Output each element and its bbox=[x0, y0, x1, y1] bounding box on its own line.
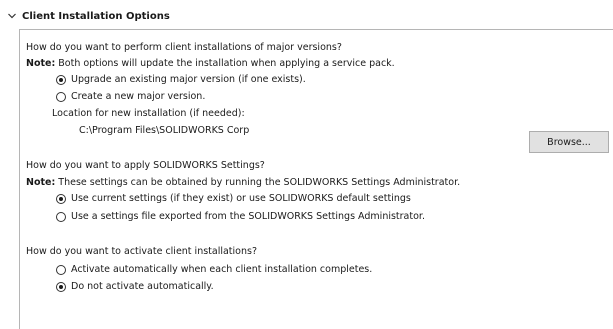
radio-upgrade-existing-major-version[interactable]: Upgrade an existing major version (if on… bbox=[56, 73, 306, 86]
settings-question: How do you want to apply SOLIDWORKS Sett… bbox=[26, 160, 265, 171]
note-label: Note: bbox=[26, 177, 56, 188]
radio-button-selected[interactable] bbox=[56, 74, 66, 85]
major-versions-note: Note: Both options will update the insta… bbox=[26, 57, 395, 70]
note-label: Note: bbox=[26, 58, 56, 69]
settings-note: Note: These settings can be obtained by … bbox=[26, 176, 460, 189]
location-path-value: C:\Program Files\SOLIDWORKS Corp bbox=[79, 125, 250, 136]
radio-label: Activate automatically when each client … bbox=[71, 264, 373, 275]
radio-create-new-major-version[interactable]: Create a new major version. bbox=[56, 90, 205, 103]
radio-label: Upgrade an existing major version (if on… bbox=[71, 74, 306, 85]
section-title: Client Installation Options bbox=[22, 10, 170, 22]
location-label: Location for new installation (if needed… bbox=[52, 108, 245, 119]
major-versions-question: How do you want to perform client instal… bbox=[26, 42, 342, 53]
radio-button[interactable] bbox=[56, 91, 66, 102]
section-header-client-installation-options[interactable]: Client Installation Options bbox=[7, 9, 170, 23]
client-installation-options-panel: How do you want to perform client instal… bbox=[19, 29, 613, 329]
activation-question: How do you want to activate client insta… bbox=[26, 246, 257, 257]
radio-button-selected[interactable] bbox=[56, 281, 66, 292]
browse-button[interactable]: Browse... bbox=[529, 131, 609, 153]
chevron-down-icon[interactable] bbox=[7, 11, 17, 21]
note-text: Both options will update the installatio… bbox=[55, 58, 395, 69]
radio-label: Create a new major version. bbox=[71, 91, 206, 102]
radio-activate-automatically[interactable]: Activate automatically when each client … bbox=[56, 263, 372, 276]
radio-label: Use current settings (if they exist) or … bbox=[71, 193, 411, 204]
radio-button-selected[interactable] bbox=[56, 193, 66, 204]
radio-use-current-settings[interactable]: Use current settings (if they exist) or … bbox=[56, 192, 411, 205]
radio-label: Do not activate automatically. bbox=[71, 281, 214, 292]
radio-do-not-activate[interactable]: Do not activate automatically. bbox=[56, 280, 214, 293]
radio-use-settings-file[interactable]: Use a settings file exported from the SO… bbox=[56, 210, 425, 223]
radio-label: Use a settings file exported from the SO… bbox=[71, 211, 425, 222]
note-text: These settings can be obtained by runnin… bbox=[55, 177, 461, 188]
radio-button[interactable] bbox=[56, 264, 66, 275]
radio-button[interactable] bbox=[56, 211, 66, 222]
